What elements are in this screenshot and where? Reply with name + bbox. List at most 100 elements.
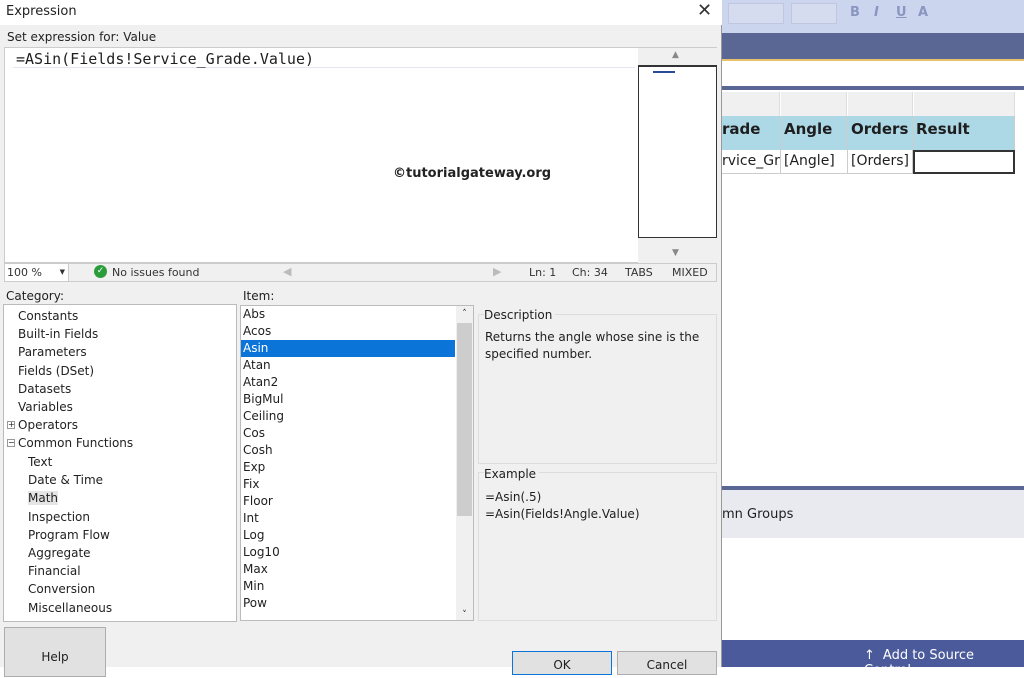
category-item[interactable]: Common Functions <box>18 436 133 450</box>
subcategory-item[interactable]: Conversion <box>28 582 95 596</box>
scroll-down-icon[interactable]: ▼ <box>672 248 679 258</box>
function-item[interactable]: Acos <box>241 323 455 340</box>
function-item[interactable]: Fix <box>241 476 455 493</box>
category-item[interactable]: Variables <box>18 400 73 414</box>
font-color-button[interactable]: A <box>918 5 928 20</box>
subcategory-item[interactable]: Inspection <box>28 510 90 524</box>
example-label: Example <box>484 467 540 481</box>
header-cell[interactable]: Angle <box>781 116 848 150</box>
subcategory-item[interactable]: Aggregate <box>28 546 91 560</box>
example-group: Example =Asin(.5) =Asin(Fields!Angle.Val… <box>478 467 717 621</box>
function-item[interactable]: Floor <box>241 493 455 510</box>
formatting-toolbar: B I U A <box>722 0 1024 33</box>
function-item[interactable]: Exp <box>241 459 455 476</box>
data-cell[interactable]: rvice_Gr <box>722 150 781 174</box>
scroll-left-icon[interactable]: ◀ <box>283 265 291 278</box>
scroll-up-icon[interactable]: ˄ <box>456 306 473 323</box>
designer-ruler <box>722 86 1024 90</box>
dialog-title: Expression <box>6 4 77 19</box>
header-cell[interactable]: Orders <box>848 116 913 150</box>
ok-button[interactable]: OK <box>512 651 612 675</box>
category-item[interactable]: Parameters <box>18 345 87 359</box>
underline-button[interactable]: U <box>896 5 907 20</box>
function-item[interactable]: Atan2 <box>241 374 455 391</box>
function-item[interactable]: Abs <box>241 306 455 323</box>
subcategory-item[interactable]: Miscellaneous <box>28 601 112 615</box>
size-combo[interactable] <box>791 3 837 24</box>
category-item[interactable]: Constants <box>18 309 78 323</box>
scroll-right-icon[interactable]: ▶ <box>493 265 501 278</box>
header-cell[interactable]: Result <box>913 116 1015 150</box>
column-handle[interactable] <box>722 92 780 116</box>
help-button[interactable]: Help <box>4 627 106 677</box>
function-item[interactable]: BigMul <box>241 391 455 408</box>
scroll-thumb[interactable] <box>457 323 472 516</box>
item-list[interactable]: Abs Acos Asin Atan Atan2 BigMul Ceiling Cos Cosh… <box>240 305 474 621</box>
description-group: Description Returns the angle whose sine… <box>478 308 717 464</box>
category-label: Category: <box>6 289 64 303</box>
expression-text[interactable]: =ASin(Fields!Service_Grade.Value) <box>13 50 635 68</box>
category-item[interactable]: Datasets <box>18 382 71 396</box>
add-to-source-control[interactable]: Add to Source Control <box>864 648 974 678</box>
column-handle[interactable] <box>781 92 847 116</box>
function-item[interactable]: Max <box>241 561 455 578</box>
zoom-select[interactable]: 100 % ▼ <box>5 264 69 281</box>
category-item[interactable]: Fields (DSet) <box>18 364 94 378</box>
function-item[interactable]: Atan <box>241 357 455 374</box>
status-bar: ↑ Add to Source Control <box>722 640 1024 678</box>
function-item[interactable]: Int <box>241 510 455 527</box>
collapse-icon[interactable]: − <box>7 439 15 448</box>
minimap[interactable] <box>638 65 717 238</box>
eol-mode: MIXED <box>672 266 708 279</box>
example-line: =Asin(Fields!Angle.Value) <box>485 507 640 521</box>
designer-tab-band <box>722 33 1024 61</box>
char-number: Ch: 34 <box>572 266 608 279</box>
italic-button[interactable]: I <box>874 5 879 20</box>
header-cell[interactable]: rade <box>722 116 781 150</box>
data-cell[interactable]: [Orders] <box>848 150 913 174</box>
item-scrollbar[interactable]: ˄ ˅ <box>456 306 473 620</box>
function-item[interactable]: Pow <box>241 595 455 612</box>
subcategory-item[interactable]: Math <box>28 491 59 506</box>
function-item[interactable]: Cos <box>241 425 455 442</box>
column-groups-pane: mn Groups <box>722 486 1024 538</box>
editor-scrollbar[interactable]: ▲ ▼ <box>638 48 717 263</box>
bold-button[interactable]: B <box>850 5 860 20</box>
issues-status: No issues found <box>112 266 200 279</box>
description-label: Description <box>484 308 556 322</box>
result-cell[interactable] <box>913 150 1015 174</box>
data-cell[interactable]: [Angle] <box>781 150 848 174</box>
description-text: Returns the angle whose sine is the spec… <box>485 330 700 361</box>
editor-status-bar: 100 % ▼ ✓ No issues found ◀ ▶ Ln: 1 Ch: 3… <box>4 263 717 282</box>
column-handle[interactable] <box>914 92 1015 116</box>
category-item[interactable]: Built-in Fields <box>18 327 98 341</box>
font-combo[interactable] <box>728 3 784 24</box>
column-groups-label: mn Groups <box>722 507 794 522</box>
chevron-down-icon: ▼ <box>59 268 65 276</box>
zoom-value: 100 % <box>7 266 42 279</box>
set-expression-label: Set expression for: Value <box>7 30 157 44</box>
function-item[interactable]: Cosh <box>241 442 455 459</box>
expression-editor[interactable]: =ASin(Fields!Service_Grade.Value) ©tutor… <box>4 47 717 263</box>
scroll-up-icon[interactable]: ▲ <box>672 50 679 60</box>
line-number: Ln: 1 <box>529 266 557 279</box>
function-item[interactable]: Asin <box>241 340 455 357</box>
subcategory-item[interactable]: Financial <box>28 564 81 578</box>
check-icon: ✓ <box>94 265 107 278</box>
function-item[interactable]: Log10 <box>241 544 455 561</box>
cancel-button[interactable]: Cancel <box>617 651 717 675</box>
subcategory-item[interactable]: Program Flow <box>28 528 110 542</box>
watermark: ©tutorialgateway.org <box>393 166 552 181</box>
scroll-down-icon[interactable]: ˅ <box>456 610 473 620</box>
close-icon[interactable]: ✕ <box>697 0 712 21</box>
column-handle[interactable] <box>848 92 913 116</box>
function-item[interactable]: Ceiling <box>241 408 455 425</box>
arrow-up-icon: ↑ <box>864 648 875 663</box>
function-item[interactable]: Log <box>241 527 455 544</box>
subcategory-item[interactable]: Text <box>28 455 52 469</box>
category-tree[interactable]: Constants Built-in Fields Parameters Fields… <box>3 304 237 622</box>
function-item[interactable]: Min <box>241 578 455 595</box>
category-item[interactable]: Operators <box>18 418 78 432</box>
expand-icon[interactable]: + <box>7 421 15 430</box>
subcategory-item[interactable]: Date & Time <box>28 473 103 487</box>
